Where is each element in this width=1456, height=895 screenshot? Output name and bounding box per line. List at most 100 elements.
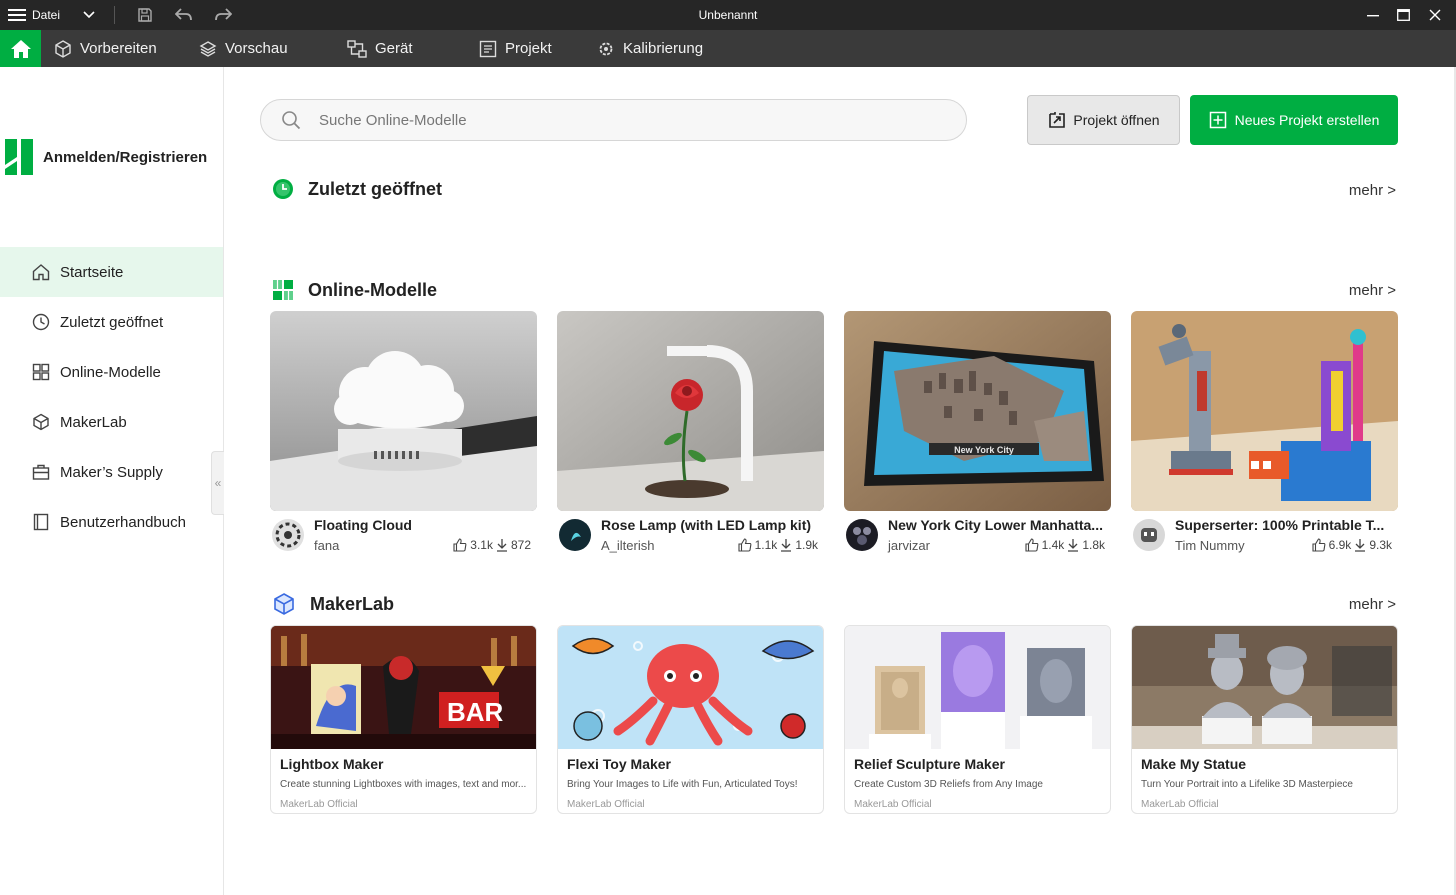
minimize-button[interactable] [1360, 4, 1386, 26]
makerlab-card-title: Make My Statue [1141, 756, 1247, 772]
open-project-label: Projekt öffnen [1073, 112, 1160, 128]
hamburger-icon [8, 9, 26, 21]
sidebar-item-makerlab[interactable]: MakerLab [0, 397, 223, 447]
makerlab-card[interactable]: BAR Lightbox Maker Create stunning Light… [270, 625, 537, 814]
thumbs-up-icon [1025, 538, 1039, 552]
model-title: New York City Lower Manhatta... [888, 517, 1103, 533]
redo-button[interactable] [212, 5, 234, 25]
makerlab-thumbnail-lightbox: BAR [271, 626, 536, 749]
sidebar-item-makers-supply[interactable]: Maker’s Supply [0, 447, 223, 497]
like-count: 6.9k [1328, 538, 1352, 552]
makerlab-card-title: Relief Sculpture Maker [854, 756, 1005, 772]
new-project-label: Neues Projekt erstellen [1234, 112, 1380, 128]
model-card[interactable]: New York City New York City Lower Manhat… [844, 311, 1111, 561]
undo-icon [175, 8, 192, 21]
avatar [559, 519, 591, 551]
sidebar-item-online-modelle[interactable]: Online-Modelle [0, 347, 223, 397]
model-title: Superserter: 100% Printable T... [1175, 517, 1385, 533]
login-register-label: Anmelden/Registrieren [43, 148, 208, 166]
model-thumbnail-rose-lamp [557, 311, 824, 511]
models-grid-icon [32, 363, 50, 381]
makerlab-thumbnail-statue [1132, 626, 1397, 749]
makerlab-thumbnail-flexi-toy [558, 626, 823, 749]
recent-section-header: Zuletzt geöffnet [272, 178, 442, 200]
model-card[interactable]: Rose Lamp (with LED Lamp kit) A_ilterish… [557, 311, 824, 561]
makerlab-card[interactable]: Make My Statue Turn Your Portrait into a… [1131, 625, 1398, 814]
makerlab-card-title: Flexi Toy Maker [567, 756, 672, 772]
cube-icon [55, 39, 71, 58]
recent-more-link[interactable]: mehr > [1349, 182, 1396, 199]
home-outline-icon [32, 264, 50, 281]
file-dropdown-button[interactable] [78, 5, 100, 25]
model-thumbnail-floating-cloud [270, 311, 537, 511]
online-section-header: Online-Modelle [272, 279, 437, 301]
makerlab-card[interactable]: Flexi Toy Maker Bring Your Images to Lif… [557, 625, 824, 814]
model-card[interactable]: Floating Cloud fana 3.1k 872 [270, 311, 537, 561]
maximize-button[interactable] [1390, 4, 1416, 26]
makerlab-card-author: MakerLab Official [1141, 799, 1219, 810]
bar-sign-text: BAR [447, 697, 504, 727]
model-thumbnail-superserter [1131, 311, 1398, 511]
avatar [272, 519, 304, 551]
model-author: jarvizar [888, 538, 930, 553]
new-project-button[interactable]: Neues Projekt erstellen [1190, 95, 1398, 145]
makerlab-card-description: Turn Your Portrait into a Lifelike 3D Ma… [1141, 779, 1353, 790]
makerlab-thumbnail-relief [845, 626, 1110, 749]
tab-vorbereiten[interactable]: Vorbereiten [54, 30, 157, 67]
model-stats: 1.1k 1.9k [738, 538, 818, 552]
download-icon [781, 539, 792, 552]
makerlab-card[interactable]: Relief Sculpture Maker Create Custom 3D … [844, 625, 1111, 814]
download-icon [1068, 539, 1079, 552]
model-stats: 1.4k 1.8k [1025, 538, 1105, 552]
tab-vorschau[interactable]: Vorschau [199, 30, 288, 67]
recent-section-title: Zuletzt geöffnet [308, 178, 442, 199]
chevron-down-icon [83, 11, 95, 19]
sidebar-item-zuletzt-geoeffnet[interactable]: Zuletzt geöffnet [0, 297, 223, 347]
download-icon [496, 539, 507, 552]
tab-kalibrierung[interactable]: Kalibrierung [597, 30, 703, 67]
device-icon [347, 39, 367, 58]
like-count: 1.1k [754, 538, 778, 552]
file-menu-button[interactable]: Datei [8, 0, 60, 30]
save-button[interactable] [134, 5, 156, 25]
tab-projekt[interactable]: Projekt [479, 30, 552, 67]
tab-geraet[interactable]: Gerät [347, 30, 413, 67]
redo-icon [215, 8, 232, 21]
avatar [1133, 519, 1165, 551]
like-count: 3.1k [470, 538, 493, 552]
layers-icon [199, 40, 217, 57]
home-tab[interactable] [0, 30, 41, 67]
sidebar-item-label: MakerLab [60, 413, 127, 431]
sidebar-item-startseite[interactable]: Startseite [0, 247, 223, 297]
online-more-link[interactable]: mehr > [1349, 282, 1396, 299]
sidebar-collapse-button[interactable]: « [211, 451, 224, 515]
minimize-icon [1367, 15, 1379, 17]
thumbs-up-icon [1312, 538, 1326, 552]
model-title: Floating Cloud [314, 517, 412, 533]
undo-button[interactable] [173, 5, 195, 25]
open-project-button[interactable]: Projekt öffnen [1027, 95, 1180, 145]
maximize-icon [1396, 9, 1410, 21]
clock-icon [32, 313, 50, 331]
login-register-link[interactable]: Anmelden/Registrieren [5, 139, 207, 175]
download-count: 1.9k [795, 538, 818, 552]
makerlab-more-link[interactable]: mehr > [1349, 596, 1396, 613]
new-project-icon [1209, 111, 1226, 129]
model-title: Rose Lamp (with LED Lamp kit) [601, 517, 812, 533]
tab-kalibrierung-label: Kalibrierung [623, 40, 704, 57]
search-bar[interactable] [260, 99, 967, 141]
tab-vorbereiten-label: Vorbereiten [80, 40, 157, 57]
sidebar-item-label: Zuletzt geöffnet [60, 313, 164, 331]
save-icon [138, 8, 152, 22]
search-input[interactable] [319, 111, 919, 129]
download-count: 1.8k [1082, 538, 1105, 552]
close-icon [1429, 9, 1441, 21]
model-card[interactable]: Superserter: 100% Printable T... Tim Num… [1131, 311, 1398, 561]
avatar [846, 519, 878, 551]
close-button[interactable] [1422, 4, 1448, 26]
main-navigation: Vorbereiten Vorschau Gerät Projekt Kalib… [0, 30, 1456, 67]
makerlab-card-author: MakerLab Official [280, 799, 358, 810]
recent-clock-icon [273, 179, 293, 199]
sidebar-item-benutzerhandbuch[interactable]: Benutzerhandbuch [0, 497, 223, 547]
thumbs-up-icon [453, 538, 467, 552]
